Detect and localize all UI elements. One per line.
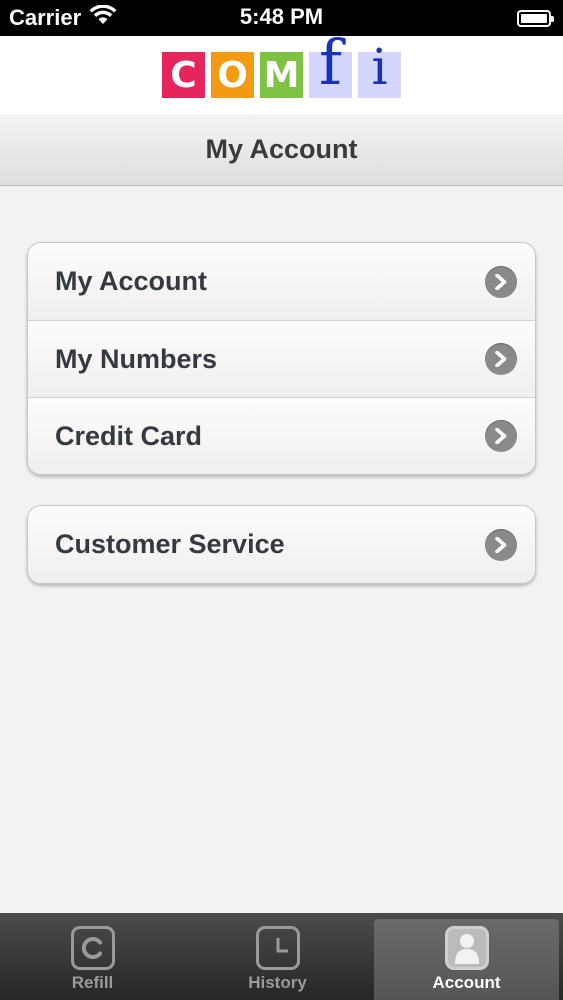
status-left: Carrier: [9, 4, 117, 31]
battery-icon: [517, 9, 554, 27]
menu-item-my-numbers[interactable]: My Numbers: [28, 320, 535, 397]
logo-bar: C O M f i: [0, 32, 563, 114]
chevron-right-icon: [485, 420, 517, 452]
chevron-right-icon: [485, 528, 517, 561]
tab-label: History: [248, 973, 307, 992]
logo-letter-o: O: [211, 52, 254, 98]
refill-icon: [70, 926, 115, 970]
carrier-label: Carrier: [9, 5, 82, 30]
menu-item-label: My Numbers: [55, 343, 218, 374]
clock-icon: [255, 926, 300, 970]
menu-item-label: Customer Service: [55, 529, 285, 559]
chevron-right-icon: [485, 343, 517, 375]
status-bar: Carrier 5:48 PM: [0, 0, 563, 36]
logo-letter-m: M: [260, 52, 303, 98]
page-title: My Account: [205, 134, 358, 164]
menu-item-credit-card[interactable]: Credit Card: [28, 397, 535, 474]
title-bar: My Account: [0, 114, 563, 186]
menu-item-customer-service[interactable]: Customer Service: [28, 506, 535, 583]
menu-item-label: My Account: [55, 266, 208, 296]
tab-refill[interactable]: Refill: [0, 913, 185, 1000]
tab-history[interactable]: History: [185, 913, 370, 1000]
logo-letter-f: f: [309, 32, 352, 98]
logo-letter-c: C: [162, 52, 205, 98]
wifi-icon: [89, 4, 117, 31]
account-menu-group: My Account My Numbers Credit Card: [27, 242, 536, 475]
menu-item-my-account[interactable]: My Account: [28, 243, 535, 320]
tab-label: Refill: [71, 973, 114, 992]
logo-letter-i: i: [358, 42, 401, 98]
person-icon: [444, 926, 489, 970]
support-menu-group: Customer Service: [27, 505, 536, 584]
tab-account[interactable]: Account: [374, 919, 559, 1000]
tab-label: Account: [432, 973, 501, 992]
menu-item-label: Credit Card: [55, 420, 203, 451]
chevron-right-icon: [485, 265, 517, 298]
tab-bar: Refill History Account: [0, 913, 563, 1000]
